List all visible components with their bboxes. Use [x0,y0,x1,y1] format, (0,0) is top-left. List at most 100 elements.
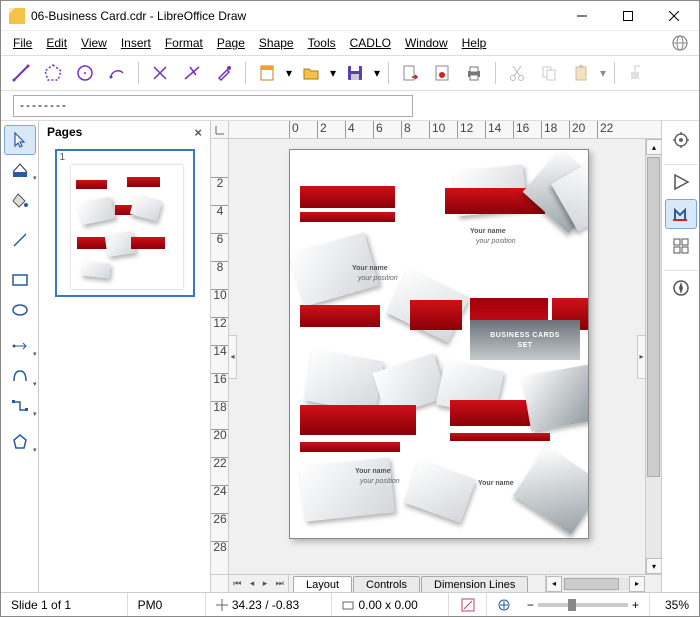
line-style-select[interactable]: -------- [13,95,413,117]
scroll-left-button[interactable]: ◂ [546,576,562,592]
menu-tools[interactable]: Tools [302,34,342,52]
first-page-button[interactable]: ⏮ [233,578,241,589]
fit-page-icon[interactable] [497,598,511,612]
last-page-button[interactable]: ⏭ [276,578,284,589]
close-button[interactable] [651,1,697,31]
ruler-corner[interactable] [211,121,229,139]
export-icon[interactable] [396,59,424,87]
basic-shapes-tool[interactable]: ▾ [4,427,36,457]
curve-tool[interactable]: ▾ [4,361,36,391]
menu-insert[interactable]: Insert [115,34,157,52]
polygon-tool-icon[interactable] [39,59,67,87]
menu-help[interactable]: Help [456,34,493,52]
canvas-text: Your name [470,228,506,235]
print-icon[interactable] [460,59,488,87]
arc-tool-icon[interactable] [103,59,131,87]
zoom-out-button[interactable]: − [527,598,534,612]
save-dropdown[interactable]: ▾ [373,66,381,80]
open-dropdown[interactable]: ▾ [329,66,337,80]
scroll-up-button[interactable]: ▴ [646,139,662,155]
page-thumbnail[interactable]: 1 [55,149,195,297]
maximize-button[interactable] [605,1,651,31]
bucket-tool[interactable] [4,185,36,215]
canvas-text: Your name [352,265,388,272]
tab-controls[interactable]: Controls [353,576,420,592]
export-pdf-icon[interactable] [428,59,456,87]
circle-tool-icon[interactable] [71,59,99,87]
elbow-connector-tool[interactable]: ▾ [4,391,36,421]
status-pm[interactable]: PM0 [128,593,206,616]
line-draw-tool[interactable] [4,225,36,255]
cut-icon[interactable] [503,59,531,87]
pages-panel: Pages × 1 [39,121,211,592]
menu-file[interactable]: File [7,34,38,52]
fill-color-tool[interactable]: ▾ [4,155,36,185]
scroll-down-button[interactable]: ▾ [646,558,662,574]
clone-format-icon[interactable] [622,59,650,87]
separator [245,62,246,84]
title-bar: 06-Business Card.cdr - LibreOffice Draw [1,1,699,31]
eyedropper-tool-icon[interactable] [210,59,238,87]
connector-tool[interactable]: ▾ [4,331,36,361]
paste-dropdown[interactable]: ▾ [599,66,607,80]
zoom-slider[interactable] [538,603,628,607]
vertical-scrollbar[interactable]: ▴ ▾ [645,139,661,574]
scissors-tool-icon[interactable] [146,59,174,87]
workspace: ▾ ▾ ▾ ▾ ▾ Pages × 1 [1,121,699,592]
gallery-panel-icon[interactable] [665,231,697,261]
properties-icon[interactable] [665,125,697,155]
tab-layout[interactable]: Layout [293,576,352,592]
separator [138,62,139,84]
page-nav: ⏮ ◂ ▸ ⏭ [229,575,289,592]
line-style-bar: -------- [1,91,699,121]
horizontal-scrollbar[interactable]: ◂ ▸ [545,575,645,592]
menu-window[interactable]: Window [399,34,454,52]
menu-edit[interactable]: Edit [40,34,73,52]
update-icon[interactable] [671,34,689,52]
new-doc-icon[interactable] [253,59,281,87]
vertical-ruler[interactable]: 2 4 6 8 10 12 14 16 18 20 22 24 26 28 [211,139,229,574]
shapes-panel-icon[interactable] [665,167,697,197]
menu-format[interactable]: Format [159,34,209,52]
select-tool[interactable] [4,125,36,155]
pages-panel-header: Pages × [39,121,210,143]
horizontal-ruler[interactable]: 0 2 4 6 8 10 12 14 16 18 20 22 [229,121,661,139]
status-signature-icon[interactable] [449,593,486,616]
paste-icon[interactable] [567,59,595,87]
layer-tabs: Layout Controls Dimension Lines [289,575,545,592]
minimize-button[interactable] [559,1,605,31]
next-page-button[interactable]: ▸ [263,578,268,589]
separator [388,62,389,84]
styles-panel-icon[interactable] [665,199,697,229]
status-zoom-value[interactable]: 35% [650,593,699,616]
panel-collapse-left[interactable]: ◂ [229,335,237,379]
prev-page-button[interactable]: ◂ [250,578,255,589]
panel-collapse-right[interactable]: ▸ [637,335,645,379]
separator [495,62,496,84]
navigator-panel-icon[interactable] [665,273,697,303]
line-tool-icon[interactable] [7,59,35,87]
perpendicular-tool-icon[interactable] [178,59,206,87]
page-surface[interactable]: Your name your position Your name your p… [289,149,589,539]
pages-panel-body: 1 [39,143,210,592]
menu-page[interactable]: Page [211,34,251,52]
copy-icon[interactable] [535,59,563,87]
tab-dimension[interactable]: Dimension Lines [421,576,528,592]
scroll-right-button[interactable]: ▸ [629,576,645,592]
window-title: 06-Business Card.cdr - LibreOffice Draw [31,9,559,23]
page-thumbnail-number: 1 [60,152,66,163]
drawing-canvas[interactable]: ◂ ▸ Your name your position Your name yo… [229,139,645,574]
status-slide[interactable]: Slide 1 of 1 [1,593,128,616]
right-sidebar [661,121,699,592]
menu-cadlo[interactable]: CADLO [344,34,397,52]
menu-bar: File Edit View Insert Format Page Shape … [1,31,699,55]
pages-panel-close-icon[interactable]: × [194,125,202,140]
ellipse-tool[interactable] [4,295,36,325]
menu-view[interactable]: View [75,34,113,52]
rectangle-tool[interactable] [4,265,36,295]
menu-shape[interactable]: Shape [253,34,300,52]
new-doc-dropdown[interactable]: ▾ [285,66,293,80]
open-icon[interactable] [297,59,325,87]
save-icon[interactable] [341,59,369,87]
zoom-in-button[interactable]: + [632,598,639,612]
